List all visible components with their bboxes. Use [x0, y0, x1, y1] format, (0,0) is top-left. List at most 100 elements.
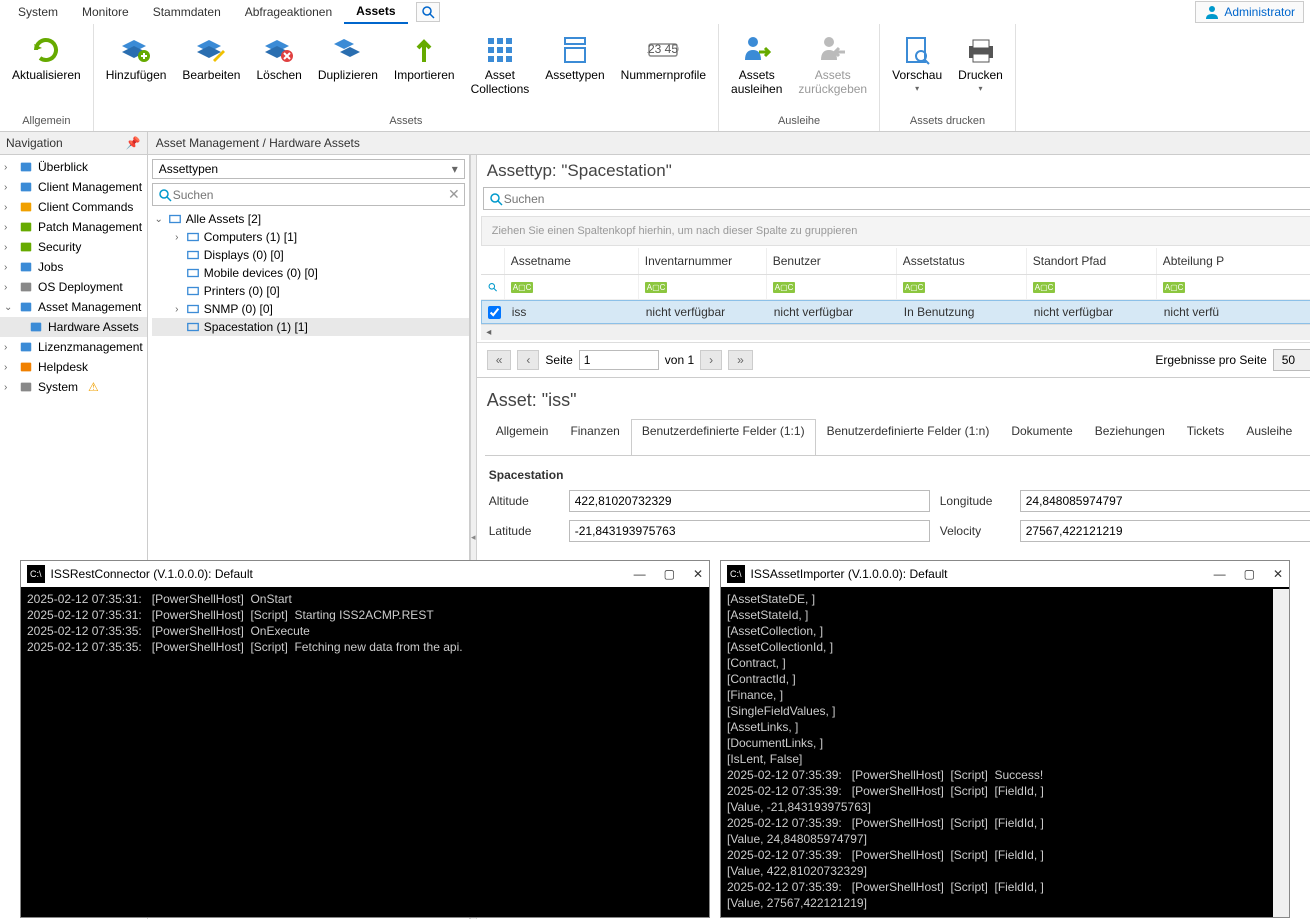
user-button[interactable]: Administrator [1195, 1, 1304, 23]
ret-label: Assets zurückgeben [798, 68, 867, 96]
tree-search-input[interactable] [173, 188, 448, 202]
console-rest: C:\ ISSRestConnector (V.1.0.0.0): Defaul… [20, 560, 710, 918]
vel-input[interactable] [1020, 520, 1310, 542]
collections-button[interactable]: Asset Collections [463, 30, 538, 100]
min-button[interactable]: — [1214, 566, 1226, 582]
close-button[interactable]: ✕ [693, 566, 703, 582]
delete-button[interactable]: Löschen [248, 30, 309, 86]
num-icon: 123 456 [647, 34, 679, 66]
alt-input[interactable] [569, 490, 930, 512]
tab-2[interactable]: Benutzerdefinierte Felder (1:1) [631, 419, 816, 456]
nav-item-lizenzmanagement[interactable]: ›Lizenzmanagement [0, 337, 147, 357]
menu-abfrage[interactable]: Abfrageaktionen [233, 1, 344, 23]
menu-monitore[interactable]: Monitore [70, 1, 141, 23]
numprofile-button[interactable]: 123 456Nummernprofile [613, 30, 714, 86]
nav-item-hardware-assets[interactable]: Hardware Assets [0, 317, 147, 337]
chevron-icon: › [4, 242, 14, 253]
nav-item-patch-management[interactable]: ›Patch Management [0, 217, 147, 237]
filter-badge[interactable]: A▢C [903, 282, 926, 293]
types-label: Assettypen [545, 68, 604, 82]
close-button[interactable]: ✕ [1273, 566, 1283, 582]
tree-item[interactable]: ›Computers (1) [1] [152, 228, 469, 246]
tree-item[interactable]: ⌄Alle Assets [2] [152, 210, 469, 228]
svg-text:123 456: 123 456 [647, 42, 679, 56]
print-button[interactable]: Drucken▾ [950, 30, 1011, 100]
tree-item[interactable]: ›SNMP (0) [0] [152, 300, 469, 318]
filter-badge[interactable]: A▢C [1033, 282, 1056, 293]
nav-item-security[interactable]: ›Security [0, 237, 147, 257]
nav-icon [18, 179, 34, 195]
nav-item-client-management[interactable]: ›Client Management [0, 177, 147, 197]
tree-item[interactable]: Printers (0) [0] [152, 282, 469, 300]
tab-5[interactable]: Beziehungen [1084, 419, 1176, 455]
table-row[interactable]: iss nicht verfügbar nicht verfügbar In B… [481, 300, 1310, 324]
menu-search-button[interactable] [416, 2, 440, 22]
col-inv[interactable]: Inventarnummer [639, 248, 767, 274]
filter-badge[interactable]: A▢C [645, 282, 668, 293]
v-scrollbar[interactable] [1273, 589, 1289, 917]
rpp-select[interactable]: 50 [1273, 349, 1310, 371]
lend-button[interactable]: Assets ausleihen [723, 30, 790, 100]
add-button[interactable]: Hinzufügen [98, 30, 175, 86]
assettype-combo[interactable]: Assettypen ▾ [152, 159, 465, 179]
col-loc[interactable]: Standort Pfad [1027, 248, 1157, 274]
page-input[interactable] [579, 350, 659, 370]
chevron-icon: › [4, 262, 14, 273]
nav-item-helpdesk[interactable]: ›Helpdesk [0, 357, 147, 377]
tab-6[interactable]: Tickets [1176, 419, 1236, 455]
col-name[interactable]: Assetname [505, 248, 639, 274]
tree-search[interactable]: ✕ [152, 183, 465, 206]
tab-8[interactable]: Änderun [1303, 419, 1310, 455]
min-button[interactable]: — [634, 566, 646, 582]
col-status[interactable]: Assetstatus [897, 248, 1027, 274]
tab-4[interactable]: Dokumente [1000, 419, 1083, 455]
nav-item-client-commands[interactable]: ›Client Commands [0, 197, 147, 217]
h-scrollbar[interactable]: ◂▸ [481, 324, 1310, 340]
tree-item[interactable]: Spacestation (1) [1] [152, 318, 469, 336]
tree-item[interactable]: Displays (0) [0] [152, 246, 469, 264]
page-next[interactable]: › [700, 350, 722, 370]
nav-label: OS Deployment [38, 280, 123, 294]
nav-item-jobs[interactable]: ›Jobs [0, 257, 147, 277]
console-titlebar[interactable]: C:\ ISSRestConnector (V.1.0.0.0): Defaul… [21, 561, 709, 587]
filter-badge[interactable]: A▢C [773, 282, 796, 293]
nav-item-überblick[interactable]: ›Überblick [0, 157, 147, 177]
nav-item-asset-management[interactable]: ⌄Asset Management [0, 297, 147, 317]
import-button[interactable]: Importieren [386, 30, 463, 86]
filter-badge[interactable]: A▢C [1163, 282, 1186, 293]
page-first[interactable]: « [487, 350, 512, 370]
tab-0[interactable]: Allgemein [485, 419, 560, 455]
lon-input[interactable] [1020, 490, 1310, 512]
duplicate-button[interactable]: Duplizieren [310, 30, 386, 86]
col-dept[interactable]: Abteilung P [1157, 248, 1310, 274]
lat-input[interactable] [569, 520, 930, 542]
preview-button[interactable]: Vorschau▾ [884, 30, 950, 100]
tab-7[interactable]: Ausleihe [1235, 419, 1303, 455]
page-prev[interactable]: ‹ [517, 350, 539, 370]
tab-1[interactable]: Finanzen [559, 419, 630, 455]
tab-3[interactable]: Benutzerdefinierte Felder (1:n) [816, 419, 1001, 455]
nav-item-system[interactable]: ›System⚠ [0, 377, 147, 397]
chevron-icon: ⌄ [4, 302, 14, 313]
pin-icon[interactable]: 📌 [126, 136, 141, 150]
clear-icon[interactable]: ✕ [448, 186, 460, 203]
types-button[interactable]: Assettypen [537, 30, 612, 86]
console-titlebar[interactable]: C:\ ISSAssetImporter (V.1.0.0.0): Defaul… [721, 561, 1289, 587]
max-button[interactable]: ▢ [664, 566, 675, 582]
search-icon[interactable] [487, 279, 498, 295]
page-last[interactable]: » [728, 350, 753, 370]
tree-item[interactable]: Mobile devices (0) [0] [152, 264, 469, 282]
refresh-button[interactable]: Aktualisieren [4, 30, 89, 86]
page-label: Seite [545, 353, 572, 367]
menu-system[interactable]: System [6, 1, 70, 23]
filter-badge[interactable]: A▢C [511, 282, 534, 293]
edit-button[interactable]: Bearbeiten [174, 30, 248, 86]
menu-assets[interactable]: Assets [344, 0, 407, 24]
row-checkbox[interactable] [488, 306, 501, 319]
nav-item-os-deployment[interactable]: ›OS Deployment [0, 277, 147, 297]
menu-stammdaten[interactable]: Stammdaten [141, 1, 233, 23]
list-search[interactable]: ✕ [483, 187, 1310, 210]
col-user[interactable]: Benutzer [767, 248, 897, 274]
max-button[interactable]: ▢ [1244, 566, 1255, 582]
list-search-input[interactable] [504, 192, 1310, 206]
